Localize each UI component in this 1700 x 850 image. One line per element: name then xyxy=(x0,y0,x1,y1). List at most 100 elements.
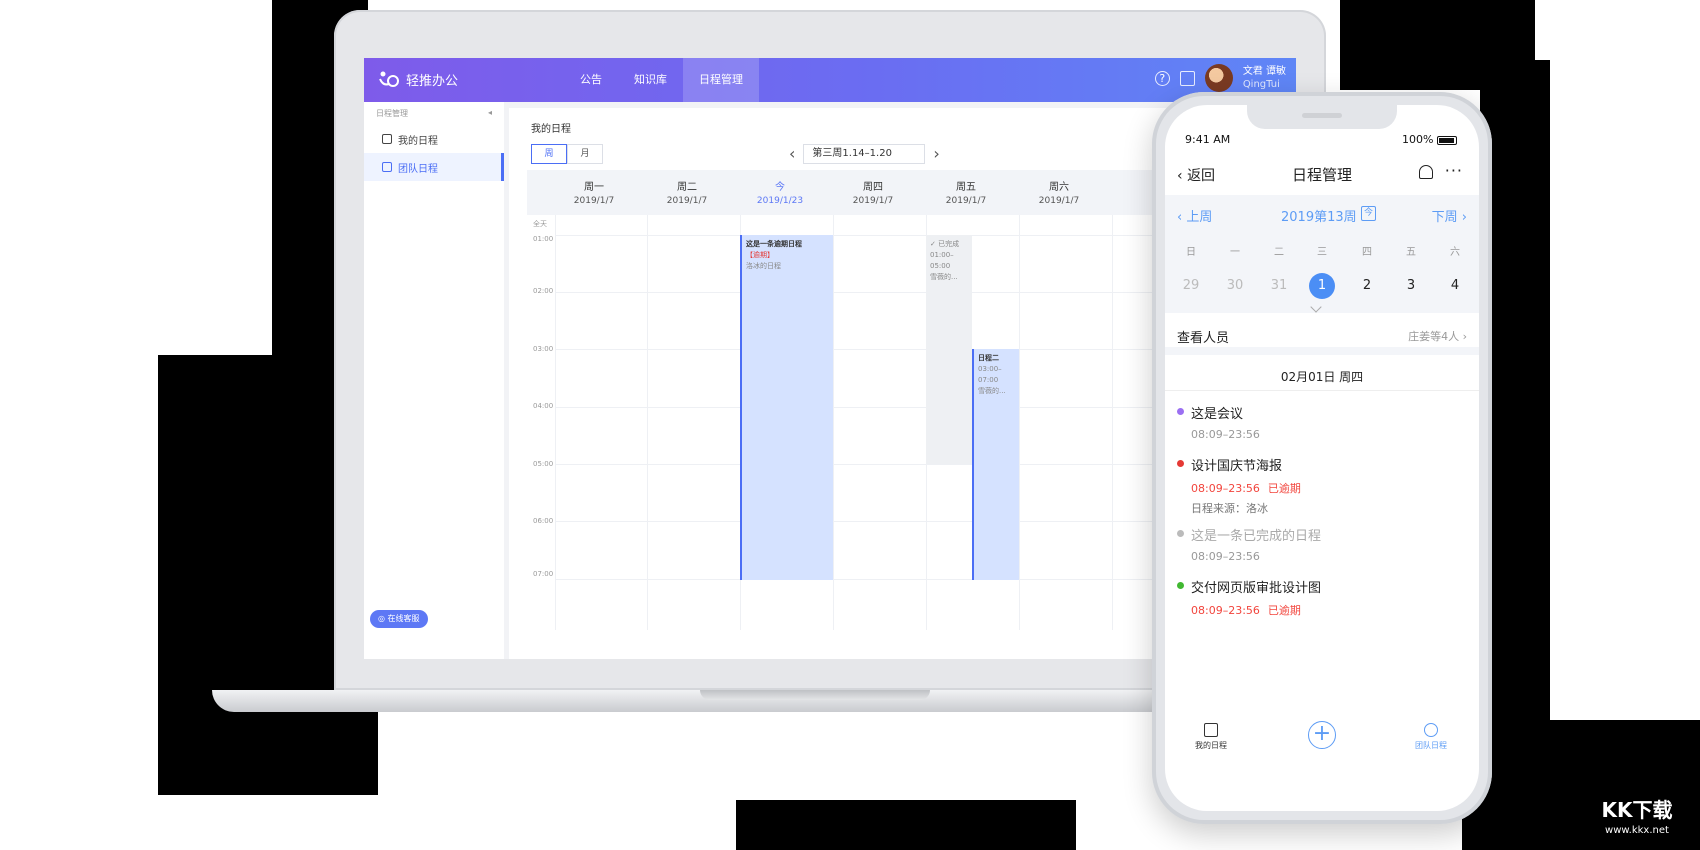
online-service-button[interactable]: ◎ 在线客服 xyxy=(370,610,428,628)
calendar-day[interactable]: 3 xyxy=(1389,273,1433,299)
user-name: 文君 谭敏 xyxy=(1242,66,1286,77)
next-week-label: 下周 xyxy=(1431,210,1458,225)
calendar-day[interactable]: 4 xyxy=(1433,273,1477,299)
hour-label: 07:00 xyxy=(533,570,554,578)
nav-announcements[interactable]: 公告 xyxy=(564,58,618,102)
day-header: 周五 2019/1/7 xyxy=(916,178,1016,206)
headset-icon: ◎ xyxy=(378,614,385,623)
next-week-icon[interactable]: › xyxy=(933,144,939,164)
calendar-day[interactable]: 29 xyxy=(1169,273,1213,299)
today-button[interactable]: 今 xyxy=(1361,206,1376,221)
mobile-tab-bar: 我的日程 + 团队日程 xyxy=(1165,717,1479,767)
grid-line xyxy=(833,215,834,630)
week-range-select[interactable]: 第三周1.14–1.20 xyxy=(803,144,926,164)
day-name: 周一 xyxy=(584,182,604,193)
current-week: 2019第13周 xyxy=(1281,210,1357,225)
view-toggle: 周 月 xyxy=(531,144,603,164)
event-time: 03:00–07:00 xyxy=(978,365,1002,384)
bell-icon[interactable] xyxy=(1419,165,1433,179)
hour-label: 02:00 xyxy=(533,287,554,295)
calendar-day[interactable]: 31 xyxy=(1257,273,1301,299)
sidebar-item-team-schedule[interactable]: 团队日程 xyxy=(364,153,504,181)
collapse-icon[interactable]: ◂ xyxy=(488,108,492,119)
tab-my-schedule[interactable]: 我的日程 xyxy=(1181,723,1241,751)
plus-icon: + xyxy=(1312,721,1332,746)
week-navigator: ‹ 第三周1.14–1.20 › xyxy=(789,144,940,164)
watermark: KK下载 www.kkx.net xyxy=(1582,794,1692,836)
day-header: 周六 2019/1/7 xyxy=(1009,178,1109,206)
day-date: 2019/1/7 xyxy=(1038,196,1080,206)
item-title: 这是会议 xyxy=(1191,407,1244,422)
sidebar-item-my-schedule[interactable]: 我的日程 xyxy=(364,125,504,153)
calendar-day-selected[interactable]: 1 xyxy=(1300,273,1344,299)
grid-line xyxy=(1019,215,1020,630)
laptop-notch xyxy=(700,690,930,700)
list-item[interactable]: 这是一条已完成的日程 08:09–23:56 xyxy=(1177,525,1467,563)
phone-screen: 9:41 AM 100% 日程管理 ‹ 返回 ··· ‹ 上周 2019第13周… xyxy=(1165,105,1479,811)
grid-line xyxy=(1112,215,1113,630)
weekday-label: 五 xyxy=(1406,247,1416,258)
list-icon xyxy=(1204,723,1218,737)
item-title: 交付网页版审批设计图 xyxy=(1191,581,1322,596)
event-schedule-two[interactable]: 日程二 03:00–07:00 雪薇的... xyxy=(972,349,1019,580)
back-button[interactable]: ‹ 返回 xyxy=(1177,165,1215,185)
event-owner: 雪薇的... xyxy=(978,387,1006,395)
grid-line xyxy=(647,215,648,630)
allday-label: 全天 xyxy=(533,220,547,228)
avatar[interactable] xyxy=(1204,64,1233,92)
day-header: 周一 2019/1/7 xyxy=(544,178,644,206)
sidebar: 日程管理 ◂ 我的日程 团队日程 ◎ 在线客服 xyxy=(364,102,504,659)
app-logo[interactable]: 轻推办公 xyxy=(378,69,458,89)
event-completed[interactable]: ✓ 已完成 01:00–05:00 雪薇的... xyxy=(926,235,972,464)
nav-knowledge-base[interactable]: 知识库 xyxy=(618,58,683,102)
event-overdue[interactable]: 这是一条逾期日程 【逾期】 洛冰的日程 xyxy=(740,235,833,580)
chevron-left-icon: ‹ xyxy=(1177,168,1188,184)
day-date: 2019/1/23 xyxy=(756,196,804,206)
nav-schedule[interactable]: 日程管理 xyxy=(683,58,759,102)
expand-calendar-icon[interactable] xyxy=(1310,301,1322,313)
add-button[interactable]: + xyxy=(1308,721,1336,749)
watermark-url: www.kkx.net xyxy=(1605,825,1669,836)
view-week-button[interactable]: 周 xyxy=(531,144,567,164)
event-title: 这是一条逾期日程 xyxy=(746,240,802,248)
next-week-button[interactable]: 下周 › xyxy=(1432,206,1467,225)
prev-week-icon[interactable]: ‹ xyxy=(789,144,795,164)
help-icon[interactable]: ? xyxy=(1154,70,1170,86)
calendar-day[interactable]: 2 xyxy=(1345,273,1389,299)
list-item[interactable]: 这是会议 08:09–23:56 xyxy=(1177,403,1467,441)
item-time: 08:09–23:56 已逾期 xyxy=(1191,480,1467,496)
viewers-row[interactable]: 查看人员 庄姜等4人 › xyxy=(1165,315,1479,355)
sidebar-item-label: 团队日程 xyxy=(398,163,438,175)
day-name: 周二 xyxy=(677,182,697,193)
mobile-week-bar: ‹ 上周 2019第13周 今 下周 › xyxy=(1165,195,1479,233)
day-date: 2019/1/7 xyxy=(573,196,615,206)
calendar-day[interactable]: 30 xyxy=(1213,273,1257,299)
list-item[interactable]: 设计国庆节海报 08:09–23:56 已逾期 日程来源：洛冰 xyxy=(1177,455,1467,516)
user-org: QingTui xyxy=(1242,79,1280,90)
day-date: 2019/1/7 xyxy=(852,196,894,206)
more-icon[interactable]: ··· xyxy=(1445,161,1463,180)
weekday-label: 三 xyxy=(1317,247,1327,258)
team-icon xyxy=(1424,723,1438,737)
item-source: 日程来源：洛冰 xyxy=(1191,502,1268,515)
calendar-icon xyxy=(382,134,392,144)
top-right-area: ? 文君 谭敏 QingTui xyxy=(1154,64,1286,92)
team-icon xyxy=(382,162,392,172)
online-service-label: 在线客服 xyxy=(387,614,420,623)
battery-icon xyxy=(1437,135,1457,145)
viewers-value: 庄姜等4人 › xyxy=(1408,328,1467,344)
user-info[interactable]: 文君 谭敏 QingTui xyxy=(1243,65,1286,91)
page-title: 我的日程 xyxy=(531,124,571,135)
prev-week-button[interactable]: ‹ 上周 xyxy=(1177,206,1212,225)
green-dot-icon xyxy=(1177,582,1184,589)
screen-icon[interactable] xyxy=(1179,70,1195,86)
list-item[interactable]: 交付网页版审批设计图 08:09–23:56 已逾期 xyxy=(1177,577,1467,618)
view-month-button[interactable]: 月 xyxy=(567,144,603,164)
logo-icon xyxy=(379,71,399,87)
event-overdue-flag: 【逾期】 xyxy=(746,251,774,259)
back-label: 返回 xyxy=(1187,168,1216,184)
tab-team-schedule[interactable]: 团队日程 xyxy=(1401,723,1461,751)
selected-day-number: 1 xyxy=(1309,273,1335,299)
day-header: 周二 2019/1/7 xyxy=(637,178,737,206)
event-owner: 雪薇的... xyxy=(930,273,958,281)
